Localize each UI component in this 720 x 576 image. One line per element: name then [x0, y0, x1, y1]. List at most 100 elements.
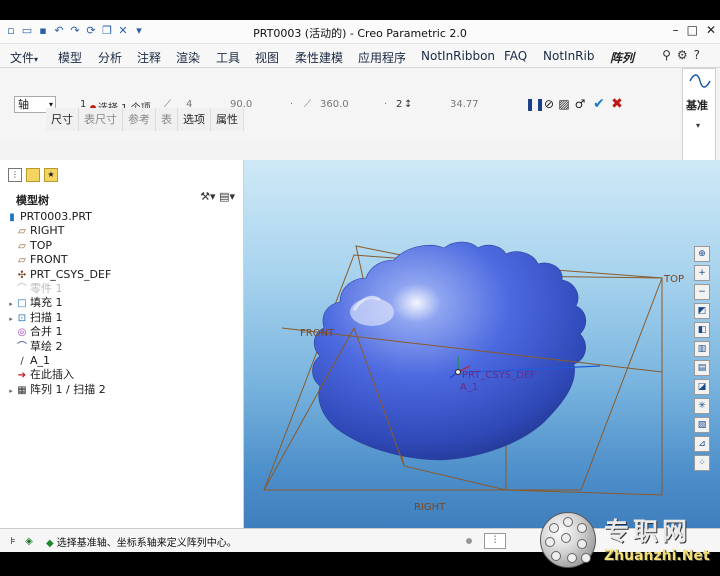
saved-views-icon[interactable]: ▥ [694, 341, 710, 357]
datum-curve-icon [689, 74, 711, 88]
second-direction-count[interactable]: 2 [396, 99, 402, 110]
separator-dot-icon: · [384, 99, 388, 110]
zoom-out-icon[interactable]: − [694, 284, 710, 300]
tab-tables[interactable]: 表 [156, 108, 178, 131]
menu-pattern[interactable]: 阵列 [610, 49, 634, 66]
annotation-display-icon[interactable]: ▧ [694, 417, 710, 433]
label-top[interactable]: TOP [664, 274, 684, 285]
label-right[interactable]: RIGHT [414, 502, 445, 513]
datum-display-icon[interactable]: ◪ [694, 379, 710, 395]
tab-table-dimensions[interactable]: 表尺寸 [79, 108, 123, 131]
tab-references[interactable]: 参考 [123, 108, 156, 131]
tree-root[interactable]: ▮ PRT0003.PRT [6, 210, 236, 224]
menu-applications[interactable]: 应用程序 [358, 49, 406, 66]
ok-check-icon[interactable]: ✔ [592, 96, 606, 112]
menu-model[interactable]: 模型 [58, 49, 82, 66]
label-front[interactable]: FRONT [300, 328, 334, 339]
browser-toggle-icon[interactable]: ◈ [22, 535, 36, 549]
title-bar: ▫ ▭ ▪ ↶ ↷ ⟳ ❐ ✕ ▾ PRT0003 (活动的) - Creo P… [0, 20, 720, 44]
repaint-icon[interactable]: ◩ [694, 303, 710, 319]
ribbon-tabs: 文件▾ 模型 分析 注释 渲染 工具 视图 柔性建模 应用程序 NotInRib… [0, 44, 720, 68]
tree-item[interactable]: ▸ □ 填充 1 [6, 296, 236, 310]
expand-arrow-icon[interactable]: ▸ [6, 384, 16, 398]
minimize-icon[interactable]: – [673, 23, 679, 37]
dashboard-tabs: 尺寸 表尺寸 参考 表 选项 属性 [46, 108, 244, 131]
menu-annotate[interactable]: 注释 [137, 49, 161, 66]
favorites-icon[interactable]: ★ [44, 168, 58, 182]
total-angle-field[interactable]: 360.0 [320, 99, 349, 110]
verify-icon[interactable]: ♂ [573, 96, 587, 112]
folder-browser-icon[interactable] [26, 168, 40, 182]
navigator-toggle-icon[interactable]: ⊧ [6, 535, 20, 549]
point-display-icon[interactable]: ⁘ [694, 455, 710, 471]
menu-faq[interactable]: FAQ [504, 49, 527, 63]
menu-notinribbon[interactable]: NotInRibbon [421, 49, 495, 63]
tree-item[interactable]: ∕ A_1 [6, 354, 236, 368]
expand-arrow-icon[interactable]: ▸ [6, 312, 16, 326]
display-style-icon[interactable]: ◧ [694, 322, 710, 338]
search-icon[interactable]: ⚲ [662, 48, 671, 62]
model-graphics [263, 241, 663, 496]
help-icon[interactable]: ? [694, 48, 700, 62]
datum-label: 基准 [686, 99, 708, 112]
tree-item[interactable]: ⌒ 零件 1 [6, 282, 236, 296]
pause-icon[interactable]: ❚❚ [525, 96, 545, 112]
tree-item[interactable]: ➔ 在此插入 [6, 368, 236, 382]
model-tree-tab-icon[interactable]: ⋮ [8, 168, 22, 182]
tree-item-label: A_1 [30, 353, 51, 367]
show-icon[interactable]: ▤▾ [219, 190, 235, 203]
tab-properties[interactable]: 属性 [211, 108, 244, 131]
zoom-in-icon[interactable]: + [694, 265, 710, 281]
message-line: ◆ 选择基准轴、坐标系轴来定义阵列中心。 [46, 538, 237, 549]
help-controls: ⚲ ⚙ ? [662, 48, 700, 62]
preview-icon[interactable]: ▨ [557, 96, 571, 112]
menu-view[interactable]: 视图 [255, 49, 279, 66]
label-csys[interactable]: PRT_CSYS_DEF [462, 370, 536, 381]
tree-item-label: 零件 1 [30, 281, 63, 295]
radial-spacing-field[interactable]: 34.77 [450, 99, 479, 110]
menu-flexible-modeling[interactable]: 柔性建模 [295, 49, 343, 66]
menu-render[interactable]: 渲染 [176, 49, 200, 66]
tree-item[interactable]: ▸ ⊡ 扫描 1 [6, 311, 236, 325]
tab-options[interactable]: 选项 [178, 108, 211, 131]
tree-item[interactable]: ◎ 合并 1 [6, 325, 236, 339]
tree-item[interactable]: ✣ PRT_CSYS_DEF [6, 268, 236, 282]
menu-analysis[interactable]: 分析 [98, 49, 122, 66]
status-dot [466, 538, 472, 544]
watermark-chinese: 专职网 [604, 517, 692, 546]
tree-item[interactable]: ▱ TOP [6, 239, 236, 253]
tree-item[interactable]: ▸ ▦ 阵列 1 / 扫描 2 [6, 383, 236, 397]
tree-settings-icon[interactable]: ⚒▾ [200, 190, 215, 203]
expand-arrow-icon[interactable]: ▸ [6, 297, 16, 311]
tree-item-label: PRT_CSYS_DEF [30, 267, 112, 281]
menu-file[interactable]: 文件▾ [10, 49, 38, 66]
merge-icon: ◎ [17, 327, 27, 339]
refit-icon[interactable]: ⊕ [694, 246, 710, 262]
tab-dimensions[interactable]: 尺寸 [46, 108, 79, 131]
tree-item-label: 扫描 1 [30, 310, 63, 324]
creo-window: ▫ ▭ ▪ ↶ ↷ ⟳ ❐ ✕ ▾ PRT0003 (活动的) - Creo P… [0, 20, 720, 552]
csys-display-icon[interactable]: ⊿ [694, 436, 710, 452]
view-manager-icon[interactable]: ▤ [694, 360, 710, 376]
tree-item[interactable]: ▱ FRONT [6, 253, 236, 267]
cancel-x-icon[interactable]: ✖ [610, 96, 624, 112]
chevron-down-icon[interactable]: ▾ [696, 121, 700, 130]
graphics-window[interactable]: TOP FRONT RIGHT PRT_CSYS_DEF A_1 [244, 160, 720, 528]
tree-item-label: TOP [30, 238, 53, 252]
spin-center-icon[interactable]: ✳ [694, 398, 710, 414]
axis-icon: ∕ [20, 355, 24, 367]
model-tree-title: 模型树 [16, 194, 49, 207]
tree-item[interactable]: ▱ RIGHT [6, 224, 236, 238]
label-axis[interactable]: A_1 [460, 382, 478, 393]
menu-notinrib[interactable]: NotInRib [543, 49, 594, 63]
close-icon[interactable]: ✕ [706, 23, 716, 37]
filter-icon[interactable]: ⫶ [484, 533, 506, 549]
maximize-icon[interactable]: □ [687, 23, 698, 37]
menu-tools[interactable]: 工具 [216, 49, 240, 66]
no-preview-icon[interactable]: ⊘ [542, 96, 556, 112]
tree-settings: ⚒▾ ▤▾ [200, 190, 235, 203]
datum-plane-icon: ▱ [18, 255, 26, 267]
csys-icon: ✣ [17, 269, 27, 281]
tree-item[interactable]: ⌒ 草绘 2 [6, 340, 236, 354]
settings-icon[interactable]: ⚙ [677, 48, 688, 62]
